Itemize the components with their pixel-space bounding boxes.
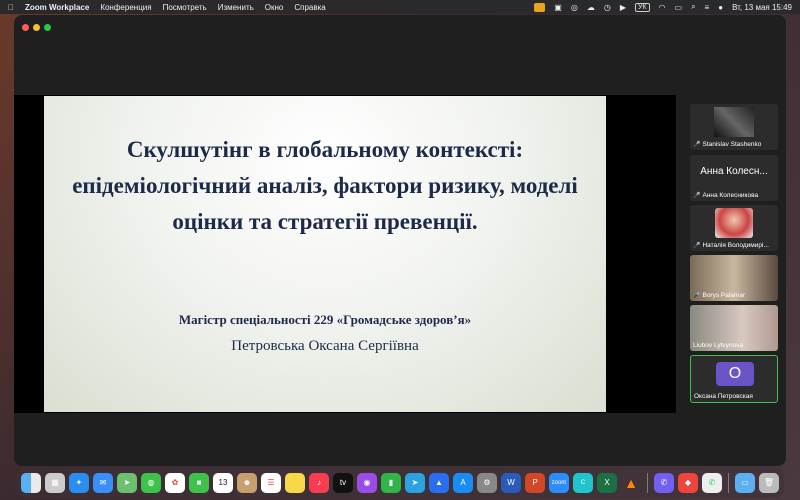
keyboard-layout-indicator[interactable]: УК [634, 2, 650, 12]
trash-icon[interactable]: 🗑 [759, 472, 779, 493]
menu-bar:  Zoom Workplace Конференция Посмотреть … [0, 0, 800, 14]
muted-mic-icon: 🎤 [693, 193, 701, 199]
maps-icon[interactable]: ➤ [117, 472, 137, 493]
facetime-icon[interactable]: ■ [189, 472, 209, 493]
photos-icon[interactable]: ✿ [165, 472, 185, 493]
menu-item-view[interactable]: Посмотреть [163, 3, 207, 12]
battery-icon[interactable]: ▭ [675, 3, 683, 12]
participant-tile[interactable]: Анна Колесн... 🎤 Анна Колесникова [690, 155, 778, 201]
muted-mic-icon: 🎤 [693, 293, 701, 299]
share-icon[interactable]: ◎ [571, 3, 578, 12]
zoom-icon[interactable]: zoom [549, 472, 569, 493]
participant-tile[interactable]: 🎤 Stanislav Stashenko [690, 104, 778, 150]
maximize-window-button[interactable] [44, 24, 51, 31]
numbers-icon[interactable]: ▮ [381, 472, 401, 493]
dock-separator [647, 472, 648, 493]
menu-item-help[interactable]: Справка [294, 3, 325, 12]
slide-title: Скулшутінг в глобальному контексті: епід… [72, 137, 578, 234]
participant-video [714, 107, 754, 137]
canva-icon[interactable]: C [573, 472, 593, 493]
whatsapp-icon[interactable]: ✆ [702, 472, 722, 493]
cloud-icon[interactable]: ☁ [587, 3, 595, 12]
vlc-icon[interactable]: ▲ [621, 473, 641, 493]
minimize-window-button[interactable] [33, 24, 40, 31]
participant-name: Stanislav Stashenko [702, 141, 762, 148]
participant-avatar: О [716, 362, 754, 386]
finder-icon[interactable] [21, 472, 41, 493]
telegram-icon[interactable]: ➤ [405, 472, 425, 493]
contacts-icon[interactable]: ☻ [237, 472, 257, 493]
word-icon[interactable]: W [501, 472, 521, 493]
menu-item-window[interactable]: Окно [265, 3, 284, 12]
close-window-button[interactable] [22, 24, 29, 31]
messages-icon[interactable]: ◍ [141, 472, 161, 493]
participant-name: Borys Palamar [702, 292, 746, 299]
anydesk-icon[interactable]: ◆ [678, 472, 698, 493]
presentation-slide: Скулшутінг в глобальному контексті: епід… [44, 96, 606, 412]
participant-tile[interactable]: Liubov Lytvynova [690, 305, 778, 351]
participant-photo [715, 208, 753, 238]
keynote-icon[interactable]: ▲ [429, 472, 449, 493]
dock-separator [728, 472, 729, 493]
settings-icon[interactable]: ⚙ [477, 472, 497, 493]
tv-icon[interactable]: tv [333, 472, 353, 493]
muted-mic-icon: 🎤 [693, 243, 701, 249]
participant-name: Оксана Петровская [694, 393, 753, 400]
wifi-icon[interactable]: ◠ [659, 3, 666, 12]
music-icon[interactable]: ♪ [309, 472, 329, 493]
control-center-icon[interactable]: ≡ [705, 3, 710, 12]
search-icon[interactable]: ⌕ [691, 2, 695, 12]
appstore-icon[interactable]: A [453, 472, 473, 493]
reminders-icon[interactable]: ☰ [261, 472, 281, 493]
apple-icon[interactable]:  [8, 3, 14, 12]
podcasts-icon[interactable]: ◉ [357, 472, 377, 493]
mail-icon[interactable]: ✉ [93, 472, 113, 493]
participant-tile[interactable]: 🎤 Наталія Володимирі... [690, 205, 778, 251]
participant-tile-active-speaker[interactable]: О Оксана Петровская [690, 355, 778, 403]
participant-tile[interactable]: 🎤 Borys Palamar [690, 255, 778, 301]
viber-icon[interactable]: ✆ [654, 472, 674, 493]
microphone-status-icon[interactable] [534, 2, 546, 12]
clock-text[interactable]: Вт, 13 мая 15:49 [732, 3, 792, 12]
safari-icon[interactable]: ✦ [69, 472, 89, 493]
slide-author: Петровська Оксана Сергіївна [231, 338, 419, 354]
siri-icon[interactable]: ● [718, 3, 723, 12]
participant-name: Liubov Lytvynova [693, 342, 743, 349]
zoom-window: Скулшутінг в глобальному контексті: епід… [14, 15, 786, 466]
app-menu[interactable]: Zoom Workplace [25, 3, 89, 12]
dock: ▦ ✦ ✉ ➤ ◍ ✿ ■ 13 ☻ ☰ ♪ tv ◉ ▮ ➤ ▲ A ⚙ W … [16, 467, 784, 498]
notes-icon[interactable] [285, 472, 305, 493]
clock-icon[interactable]: ◷ [604, 3, 611, 12]
excel-icon[interactable]: X [597, 472, 617, 493]
menu-item-conference[interactable]: Конференция [100, 3, 151, 12]
participant-name: Анна Колесникова [702, 192, 759, 199]
menu-item-edit[interactable]: Изменить [218, 3, 254, 12]
powerpoint-icon[interactable]: P [525, 472, 545, 493]
muted-mic-icon: 🎤 [693, 142, 701, 148]
launchpad-icon[interactable]: ▦ [45, 472, 65, 493]
participant-name: Наталія Володимирі... [702, 242, 769, 249]
calendar-icon[interactable]: 13 [213, 472, 233, 493]
slide-degree: Магістр спеціальності 229 «Громадське зд… [178, 312, 472, 327]
participant-display-name: Анна Колесн... [700, 166, 768, 177]
zoom-tray-icon[interactable]: ▣ [554, 3, 562, 12]
downloads-folder-icon[interactable]: ▭ [735, 472, 755, 493]
play-icon[interactable]: ▶ [620, 3, 626, 12]
